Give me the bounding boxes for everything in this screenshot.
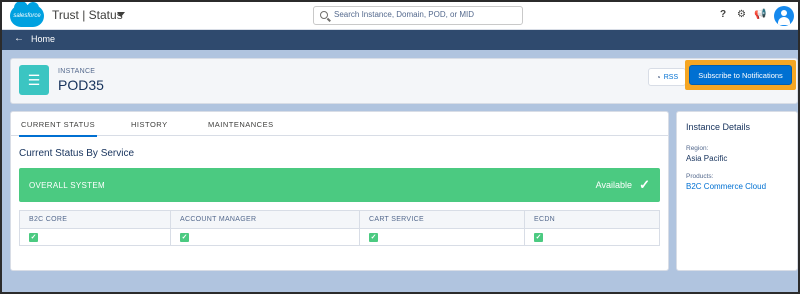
products-label: Products: xyxy=(686,173,714,180)
global-header: salesforce Trust | Status Search Instanc… xyxy=(2,2,798,30)
app-window: salesforce Trust | Status Search Instanc… xyxy=(0,0,800,294)
help-icon[interactable]: ? xyxy=(720,9,726,20)
service-name: CART SERVICE xyxy=(360,211,524,229)
tab-current-status[interactable]: CURRENT STATUS xyxy=(18,120,98,137)
avatar[interactable] xyxy=(774,6,794,26)
service-name: ACCOUNT MANAGER xyxy=(171,211,359,229)
overall-label: OVERALL SYSTEM xyxy=(29,181,105,190)
megaphone-icon[interactable]: 📢 xyxy=(754,9,766,20)
gear-icon[interactable]: ⚙ xyxy=(737,9,746,20)
check-icon: ✓ xyxy=(534,233,543,242)
tab-bar: CURRENT STATUS HISTORY MAINTENANCES xyxy=(11,112,668,137)
section-title: Current Status By Service xyxy=(19,148,135,159)
details-title: Instance Details xyxy=(686,122,751,132)
search-input[interactable]: Search Instance, Domain, POD, or MID xyxy=(313,6,523,25)
instance-label: INSTANCE xyxy=(58,68,96,75)
service-name: ECDN xyxy=(525,211,659,229)
search-icon xyxy=(320,11,328,19)
region-value: Asia Pacific xyxy=(686,154,728,163)
instance-details-panel: Instance Details Region: Asia Pacific Pr… xyxy=(676,111,798,271)
service-column[interactable]: CART SERVICE ✓ xyxy=(360,211,525,245)
rss-icon: ◔ xyxy=(655,72,661,82)
instance-name: POD35 xyxy=(58,77,104,93)
status-panel: CURRENT STATUS HISTORY MAINTENANCES Curr… xyxy=(10,111,669,271)
service-column[interactable]: B2C CORE ✓ xyxy=(20,211,171,245)
search-placeholder: Search Instance, Domain, POD, or MID xyxy=(334,10,475,19)
tab-history[interactable]: HISTORY xyxy=(131,120,168,129)
app-title[interactable]: Trust | Status xyxy=(52,8,123,22)
chevron-down-icon[interactable] xyxy=(117,12,125,17)
arrow-left-icon[interactable]: ← xyxy=(14,33,24,44)
overall-status-banner: OVERALL SYSTEM Available ✓ xyxy=(19,168,660,202)
overall-status-text: Available xyxy=(595,180,632,190)
subscribe-highlight: Subscribe to Notifications xyxy=(685,60,796,90)
checkmark-icon: ✓ xyxy=(639,177,650,192)
tab-maintenances[interactable]: MAINTENANCES xyxy=(208,120,274,129)
services-table: B2C CORE ✓ ACCOUNT MANAGER ✓ CART SERVIC… xyxy=(19,210,660,246)
service-name: B2C CORE xyxy=(20,211,170,229)
stack-icon: ☰ xyxy=(19,65,49,95)
breadcrumb-bar: ← Home xyxy=(2,30,798,50)
service-column[interactable]: ECDN ✓ xyxy=(525,211,659,245)
home-link[interactable]: Home xyxy=(31,34,55,44)
product-link[interactable]: B2C Commerce Cloud xyxy=(686,182,766,191)
check-icon: ✓ xyxy=(29,233,38,242)
check-icon: ✓ xyxy=(369,233,378,242)
service-column[interactable]: ACCOUNT MANAGER ✓ xyxy=(171,211,360,245)
instance-header: ☰ INSTANCE POD35 ◔ RSS Subscribe to Noti… xyxy=(10,58,798,104)
check-icon: ✓ xyxy=(180,233,189,242)
rss-button[interactable]: ◔ RSS xyxy=(648,68,686,86)
salesforce-logo[interactable]: salesforce xyxy=(10,2,44,27)
region-label: Region: xyxy=(686,145,709,152)
rss-label: RSS xyxy=(663,73,679,81)
subscribe-button[interactable]: Subscribe to Notifications xyxy=(689,65,792,85)
